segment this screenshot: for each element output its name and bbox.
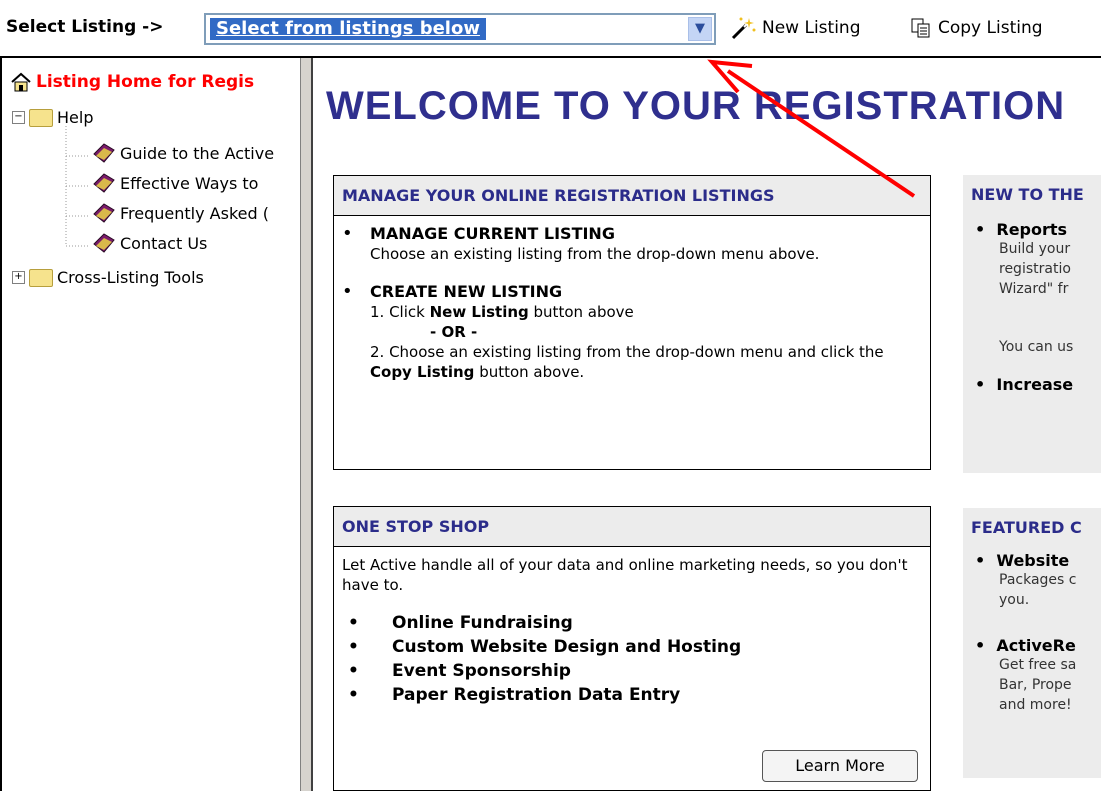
book-icon (93, 203, 115, 223)
listing-select-value[interactable]: Select from listings below (210, 18, 486, 40)
tree-item-faq-label: Frequently Asked ( (120, 203, 269, 223)
magic-wand-icon (731, 17, 756, 40)
new-listing-label: New Listing (762, 18, 861, 38)
featured-box: FEATURED C • Website Packages c you. • A… (963, 508, 1101, 778)
activere-line: Get free sa (999, 657, 1077, 673)
one-stop-text: Let Active handle all of your data and o… (342, 556, 908, 594)
increase-title: Increase (996, 375, 1074, 394)
list-item: Online Fundraising (342, 611, 922, 635)
copy-icon (911, 18, 930, 38)
manage-current-title: MANAGE CURRENT LISTING (370, 224, 615, 243)
home-icon (11, 72, 31, 92)
you-can-use-line: You can us (999, 339, 1074, 355)
step1-bold: New Listing (429, 303, 529, 321)
main-content: WELCOME TO YOUR REGISTRATION MANAGE YOUR… (313, 58, 1101, 791)
create-step-2: 2. Choose an existing listing from the d… (370, 342, 922, 382)
panel-splitter[interactable] (300, 58, 313, 791)
reports-line: Wizard" fr (999, 281, 1069, 297)
tree-item-contact-label: Contact Us (120, 233, 208, 253)
new-listing-button[interactable]: New Listing (730, 14, 861, 42)
featured-heading: FEATURED C (971, 518, 1082, 537)
tree-item-help-label: Help (57, 108, 94, 127)
increase-item: • Increase (975, 375, 1074, 394)
new-to-box: NEW TO THE • Reports Build your registra… (963, 175, 1101, 473)
book-icon (93, 173, 115, 193)
tree-item-effective-label: Effective Ways to (120, 173, 259, 193)
collapse-icon[interactable]: − (12, 111, 25, 124)
tree-item-faq[interactable]: Frequently Asked ( (92, 202, 269, 224)
manage-panel-heading: MANAGE YOUR ONLINE REGISTRATION LISTINGS (334, 176, 930, 216)
tree-root-item[interactable]: Listing Home for Regis (10, 71, 254, 93)
folder-open-icon (29, 108, 53, 127)
navigation-tree: Listing Home for Regis − Help Guide to t… (0, 58, 300, 791)
copy-listing-button[interactable]: Copy Listing (910, 14, 1043, 42)
step2-bold: Copy Listing (370, 363, 475, 381)
list-item: Event Sponsorship (342, 659, 922, 683)
new-to-heading: NEW TO THE (971, 185, 1084, 204)
tree-item-cross-listing[interactable]: + Cross-Listing Tools (12, 268, 204, 287)
tree-item-help[interactable]: − Help (12, 108, 93, 127)
manage-listings-panel: MANAGE YOUR ONLINE REGISTRATION LISTINGS… (333, 175, 931, 470)
one-stop-heading: ONE STOP SHOP (334, 507, 930, 547)
reports-title: Reports (996, 220, 1068, 239)
website-line: Packages c (999, 572, 1077, 588)
list-item: Paper Registration Data Entry (342, 683, 922, 707)
one-stop-list: Online Fundraising Custom Website Design… (342, 611, 922, 707)
create-step-1: 1. Click New Listing button above (370, 302, 922, 322)
step2-prefix: 2. Choose an existing listing from the d… (370, 343, 884, 361)
tree-item-effective[interactable]: Effective Ways to (92, 172, 258, 194)
tree-item-guide[interactable]: Guide to the Active (92, 142, 274, 164)
manage-current-item: MANAGE CURRENT LISTING Choose an existin… (342, 224, 922, 264)
reports-item: • Reports (975, 220, 1068, 239)
website-title: Website (996, 551, 1070, 570)
reports-line: registratio (999, 261, 1071, 277)
or-separator: - OR - (430, 323, 478, 341)
create-new-title: CREATE NEW LISTING (370, 282, 563, 301)
book-icon (93, 233, 115, 253)
learn-more-button[interactable]: Learn More (762, 750, 918, 782)
one-stop-shop-panel: ONE STOP SHOP Let Active handle all of y… (333, 506, 931, 791)
reports-line: Build your (999, 241, 1071, 257)
activere-item: • ActiveRe (975, 636, 1076, 655)
folder-icon (29, 268, 53, 287)
step1-prefix: 1. Click (370, 303, 430, 321)
activere-line: Bar, Prope (999, 677, 1072, 693)
step2-suffix: button above. (474, 363, 585, 381)
top-toolbar: Select Listing -> Select from listings b… (0, 0, 1101, 58)
tree-item-cross-listing-label: Cross-Listing Tools (57, 268, 204, 287)
step1-suffix: button above (528, 303, 634, 321)
create-new-item: CREATE NEW LISTING 1. Click New Listing … (342, 282, 922, 382)
tree-item-guide-label: Guide to the Active (120, 143, 275, 163)
chevron-down-icon[interactable]: ▼ (688, 17, 712, 41)
listing-select[interactable]: Select from listings below ▼ (204, 13, 716, 45)
select-listing-label: Select Listing -> (6, 17, 164, 37)
copy-listing-label: Copy Listing (938, 18, 1043, 38)
activere-line: and more! (999, 697, 1072, 713)
book-icon (93, 143, 115, 163)
expand-icon[interactable]: + (12, 271, 25, 284)
activere-title: ActiveRe (996, 636, 1076, 655)
website-line: you. (999, 592, 1030, 608)
tree-root-label: Listing Home for Regis (36, 72, 255, 92)
page-title: WELCOME TO YOUR REGISTRATION (326, 84, 1066, 128)
manage-current-text: Choose an existing listing from the drop… (370, 245, 820, 263)
tree-item-contact[interactable]: Contact Us (92, 232, 207, 254)
website-item: • Website (975, 551, 1070, 570)
list-item: Custom Website Design and Hosting (342, 635, 922, 659)
